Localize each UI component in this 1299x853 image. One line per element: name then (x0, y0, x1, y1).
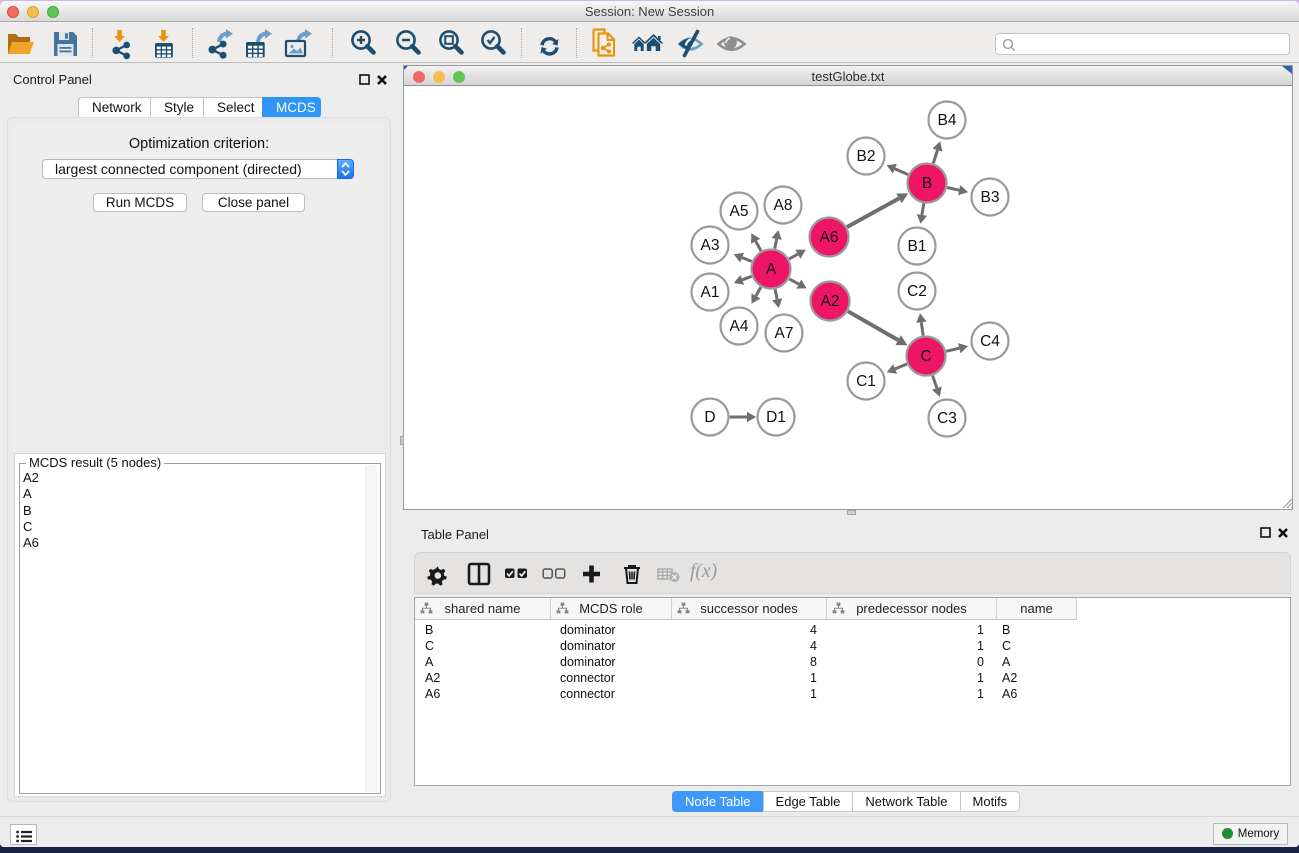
svg-text:A: A (766, 261, 777, 278)
svg-text:B3: B3 (981, 189, 1000, 206)
svg-text:A8: A8 (774, 197, 793, 214)
svg-text:C2: C2 (907, 283, 927, 300)
svg-text:A1: A1 (701, 284, 720, 301)
svg-text:A4: A4 (730, 318, 749, 335)
svg-text:A7: A7 (775, 325, 794, 342)
svg-text:C3: C3 (937, 410, 957, 427)
svg-text:B: B (922, 175, 932, 192)
svg-text:C1: C1 (856, 373, 876, 390)
svg-text:C4: C4 (980, 333, 1000, 350)
svg-text:D1: D1 (766, 409, 786, 426)
svg-text:C: C (920, 348, 931, 365)
svg-text:B4: B4 (938, 112, 957, 129)
svg-text:B1: B1 (908, 238, 927, 255)
svg-text:A3: A3 (701, 237, 720, 254)
svg-text:D: D (704, 409, 715, 426)
svg-text:A5: A5 (730, 203, 749, 220)
svg-text:A2: A2 (821, 293, 840, 310)
svg-text:A6: A6 (820, 229, 839, 246)
svg-text:B2: B2 (857, 148, 876, 165)
